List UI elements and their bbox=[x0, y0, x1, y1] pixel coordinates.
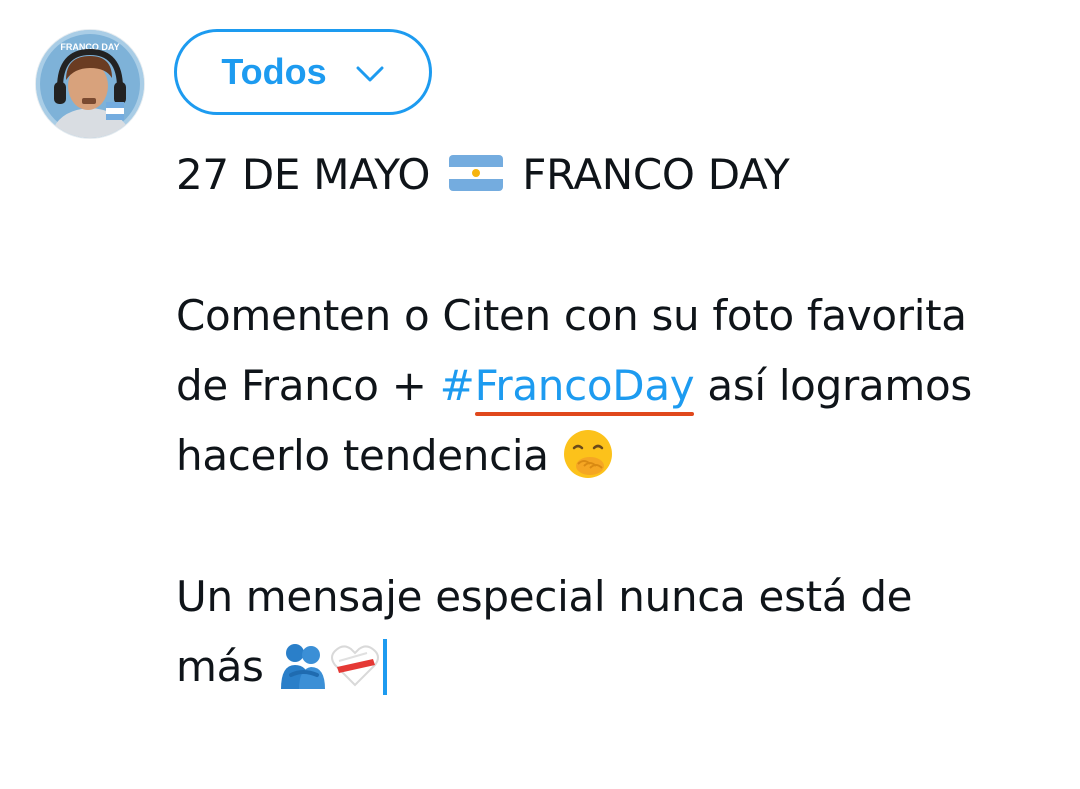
compose-line: de Franco + #FrancoDay así logramos bbox=[176, 351, 1056, 421]
compose-line: Un mensaje especial nunca está de bbox=[176, 562, 1056, 632]
body-text: de Franco + bbox=[176, 361, 440, 410]
body-text: Un mensaje especial nunca está de bbox=[176, 572, 913, 621]
white-heart-bandaged-icon bbox=[330, 645, 379, 687]
compose-line: más bbox=[176, 632, 1056, 702]
hashtag-symbol: # bbox=[439, 361, 475, 410]
audience-dropdown[interactable]: Todos bbox=[174, 29, 432, 115]
body-text: así logramos bbox=[694, 361, 972, 410]
compose-screen: FRANCO DAY Todos 27 DE MAYO FRANCO DAY C… bbox=[0, 0, 1080, 789]
argentina-flag-icon bbox=[449, 155, 504, 191]
body-text: hacerlo tendencia bbox=[176, 431, 562, 480]
compose-line: 27 DE MAYO FRANCO DAY bbox=[176, 140, 1056, 210]
text-cursor bbox=[382, 639, 387, 695]
compose-text-area[interactable]: 27 DE MAYO FRANCO DAY Comenten o Citen c… bbox=[176, 140, 1056, 702]
avatar-image: FRANCO DAY bbox=[36, 30, 144, 138]
face-with-hand-over-mouth-icon bbox=[563, 430, 612, 478]
hashtag-link[interactable]: #FrancoDay bbox=[440, 361, 695, 410]
compose-line: Comenten o Citen con su foto favorita bbox=[176, 281, 1056, 351]
date-text: 27 DE MAYO bbox=[176, 150, 431, 199]
body-text: más bbox=[176, 642, 277, 691]
people-hugging-icon bbox=[280, 644, 325, 689]
audience-label: Todos bbox=[221, 51, 327, 92]
chevron-down-icon bbox=[356, 66, 384, 82]
hashtag-word: FrancoDay bbox=[474, 361, 695, 410]
compose-line: hacerlo tendencia bbox=[176, 421, 1056, 491]
franco-day-title: FRANCO DAY bbox=[522, 150, 790, 199]
avatar[interactable]: FRANCO DAY bbox=[36, 30, 144, 138]
body-text: Comenten o Citen con su foto favorita bbox=[176, 291, 967, 340]
